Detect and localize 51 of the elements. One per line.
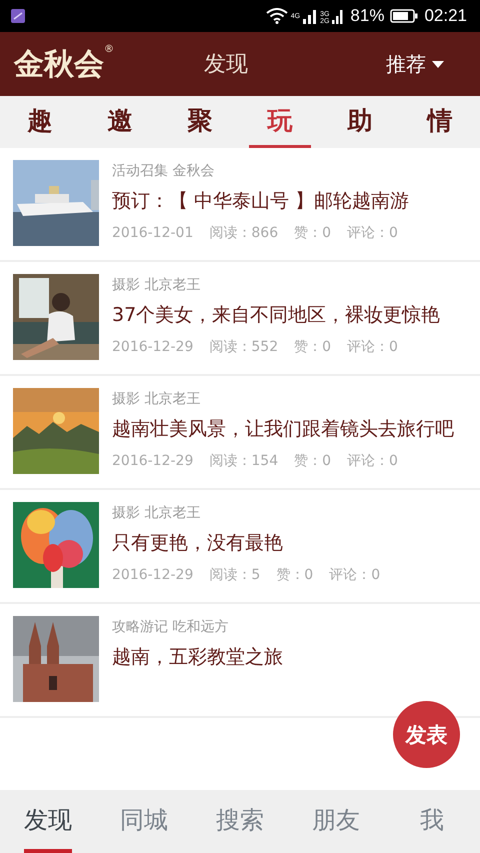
post-item[interactable]: 摄影 北京老王 只有更艳，没有最艳 2016-12-29 阅读：5 赞：0 评论：0 bbox=[0, 490, 480, 604]
page-title: 发现 bbox=[204, 51, 249, 79]
read-count: 阅读：154 bbox=[209, 452, 278, 471]
category-tab[interactable]: 情 bbox=[400, 96, 480, 148]
comment-count: 评论：0 bbox=[347, 224, 398, 243]
signal-icon bbox=[332, 8, 344, 24]
category-tab[interactable]: 趣 bbox=[0, 96, 80, 148]
battery-percent: 81% bbox=[350, 6, 384, 26]
filter-dropdown[interactable]: 推荐 bbox=[386, 50, 444, 78]
post-item[interactable]: 摄影 北京老王 越南壮美风景，让我们跟着镜头去旅行吧 2016-12-29 阅读：154 赞：0 评论：0 bbox=[0, 376, 480, 490]
post-button[interactable]: 发表 bbox=[393, 701, 460, 768]
comment-count: 评论：0 bbox=[329, 566, 380, 585]
category-tab[interactable]: 玩 bbox=[249, 96, 311, 148]
caret-icon bbox=[432, 60, 444, 68]
post-category: 攻略游记 吃和远方 bbox=[112, 618, 230, 637]
read-count: 阅读：5 bbox=[209, 566, 260, 585]
post-date: 2016-12-29 bbox=[112, 452, 194, 471]
like-count: 赞：0 bbox=[294, 452, 332, 471]
comment-count: 评论：0 bbox=[347, 452, 398, 471]
post-title: 只有更艳，没有最艳 bbox=[112, 531, 284, 556]
like-count: 赞：0 bbox=[294, 338, 332, 357]
registered-mark: ® bbox=[104, 44, 114, 54]
like-count: 赞：0 bbox=[276, 566, 314, 585]
post-date: 2016-12-29 bbox=[112, 338, 194, 357]
read-count: 阅读：866 bbox=[209, 224, 278, 243]
category-tab[interactable]: 助 bbox=[320, 96, 400, 148]
post-title: 37个美女，来自不同地区，裸妆更惊艳 bbox=[112, 303, 442, 328]
category-tab[interactable]: 邀 bbox=[80, 96, 160, 148]
post-item[interactable]: 活动召集 金秋会 预订：【 中华泰山号 】邮轮越南游 2016-12-01 阅读：866 赞：0 评论：0 bbox=[0, 148, 480, 262]
post-item[interactable]: 摄影 北京老王 37个美女，来自不同地区，裸妆更惊艳 2016-12-29 阅读：552 赞：0 评论：0 bbox=[0, 262, 480, 376]
comment-count: 评论：0 bbox=[347, 338, 398, 357]
post-date: 2016-12-01 bbox=[112, 224, 194, 243]
category-tab[interactable]: 聚 bbox=[160, 96, 240, 148]
clock: 02:21 bbox=[424, 6, 467, 26]
read-count: 阅读：552 bbox=[209, 338, 278, 357]
post-category: 摄影 北京老王 bbox=[112, 276, 202, 295]
battery-icon bbox=[390, 9, 418, 23]
app-logo: 金秋会 bbox=[14, 46, 104, 84]
post-title: 越南壮美风景，让我们跟着镜头去旅行吧 bbox=[112, 417, 455, 442]
post-category: 活动召集 金秋会 bbox=[112, 162, 216, 181]
like-count: 赞：0 bbox=[294, 224, 332, 243]
gallery-icon bbox=[11, 9, 25, 23]
wifi-icon bbox=[266, 8, 288, 24]
post-title: 预订：【 中华泰山号 】邮轮越南游 bbox=[112, 189, 410, 214]
post-date: 2016-12-29 bbox=[112, 566, 194, 585]
post-title: 越南，五彩教堂之旅 bbox=[112, 645, 284, 670]
post-category: 摄影 北京老王 bbox=[112, 504, 202, 523]
post-category: 摄影 北京老王 bbox=[112, 390, 202, 409]
signal-icon bbox=[303, 8, 318, 24]
nav-tab[interactable]: 发现 bbox=[24, 790, 72, 853]
post-item[interactable]: 攻略游记 吃和远方 越南，五彩教堂之旅 bbox=[0, 604, 480, 718]
